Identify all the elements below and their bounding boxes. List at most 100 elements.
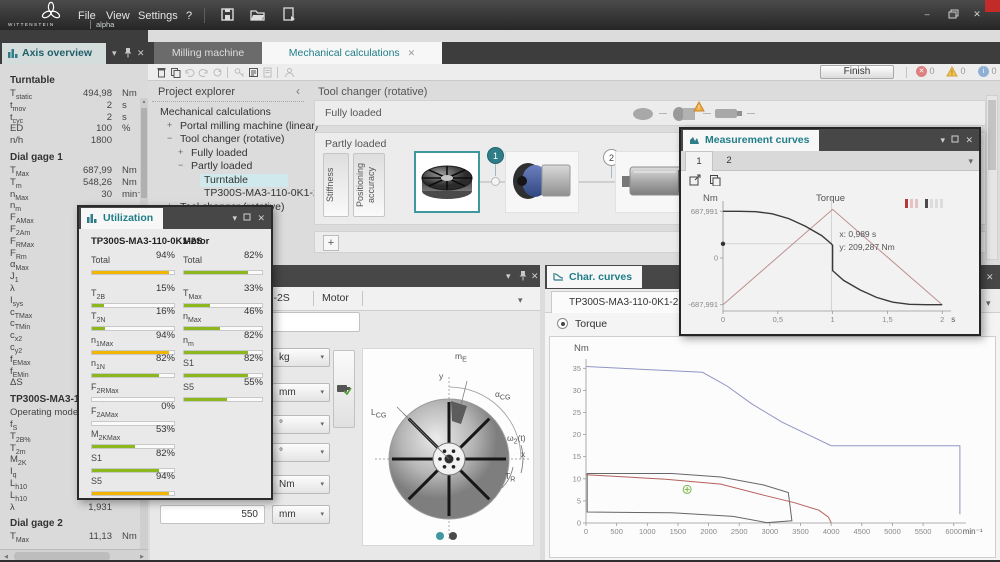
fully-loaded-group[interactable]: Fully loaded ! — [314, 100, 986, 126]
save-icon[interactable] — [220, 7, 235, 27]
main-scrollbar[interactable] — [986, 95, 998, 260]
refresh-icon[interactable] — [212, 67, 223, 78]
utilization-row: F2AMax0% — [91, 398, 175, 422]
open-project-icon[interactable] — [250, 7, 266, 27]
add-button[interactable]: + — [323, 235, 339, 251]
tree-item[interactable]: +Fully loaded — [150, 147, 306, 161]
report-icon[interactable] — [248, 67, 259, 78]
unit-select[interactable]: °▾ — [272, 415, 330, 434]
utilization-row: T2B15% — [91, 280, 175, 304]
maximize-icon[interactable] — [243, 212, 251, 224]
tab-2[interactable]: 2 — [715, 151, 743, 171]
minimize-button[interactable]: – — [918, 7, 936, 21]
export-icon[interactable] — [282, 7, 297, 27]
stiffness-button[interactable]: Stiffness — [323, 153, 349, 217]
finish-button[interactable]: Finish — [820, 65, 894, 79]
tab-overflow-icon[interactable]: ▾ — [986, 297, 991, 309]
svg-text:4500: 4500 — [853, 527, 870, 536]
close-icon[interactable]: ✕ — [965, 134, 973, 146]
scrollbar-thumb[interactable] — [988, 100, 996, 170]
connection-badge-1[interactable]: 1 — [487, 147, 504, 164]
tab-overflow-icon[interactable]: ▾ — [968, 155, 973, 167]
tree-expander-icon[interactable]: + — [178, 147, 183, 157]
collapse-panel-icon[interactable]: ‹ — [296, 84, 300, 98]
axis-overview-tab[interactable]: Axis overview — [2, 43, 106, 64]
unit-select[interactable]: °▾ — [272, 443, 330, 462]
key-icon[interactable] — [234, 67, 245, 78]
project-explorer-title: Project explorer — [158, 86, 235, 98]
document-tabbar: Milling machine Mechanical calculations✕ — [148, 42, 1000, 64]
menu-settings[interactable]: Settings — [138, 10, 178, 22]
scrollbar-thumb[interactable] — [141, 108, 147, 198]
gearbox-component[interactable] — [505, 151, 579, 213]
tree-item[interactable]: +Portal milling machine (linear) — [150, 120, 306, 134]
tree-expander-icon[interactable]: + — [167, 120, 172, 130]
menu-view[interactable]: View — [106, 10, 130, 22]
tab-motor[interactable]: Motor — [322, 292, 349, 304]
motor-selection-button[interactable] — [333, 350, 355, 428]
tree-expander-icon[interactable]: − — [167, 133, 172, 143]
positioning-accuracy-button[interactable]: Positioning accuracy — [353, 153, 385, 217]
tree-item[interactable]: −Tool changer (rotative) — [150, 133, 306, 147]
undo-icon[interactable] — [184, 67, 195, 78]
utilization-bar — [91, 491, 175, 496]
turntable-component[interactable] — [414, 151, 480, 213]
pin-icon[interactable] — [519, 270, 527, 284]
connector-node[interactable] — [491, 177, 500, 186]
close-icon[interactable]: ✕ — [531, 270, 539, 282]
maximize-icon[interactable] — [951, 134, 959, 146]
char-curves-tab[interactable]: Char. curves — [547, 266, 642, 288]
badge-stem — [611, 166, 612, 178]
redo-icon[interactable] — [198, 67, 209, 78]
delete-icon[interactable] — [156, 67, 167, 78]
page-dot-active[interactable] — [436, 532, 444, 540]
restore-button[interactable] — [944, 7, 962, 21]
chevron-down-icon: ▾ — [320, 349, 324, 366]
copy-icon[interactable] — [170, 67, 181, 78]
close-icon[interactable]: ✕ — [257, 212, 265, 224]
tab-overflow-icon[interactable]: ▾ — [518, 294, 523, 306]
tab-mechanical-calculations[interactable]: Mechanical calculations✕ — [262, 42, 442, 64]
unit-select[interactable]: Nm▾ — [272, 475, 330, 494]
measurement-curves-tab[interactable]: Measurement curves — [683, 130, 819, 151]
close-icon[interactable]: ✕ — [137, 47, 145, 59]
torque-radio[interactable] — [557, 318, 568, 329]
tree-item-label: Mechanical calculations — [160, 106, 271, 118]
svg-text:!: ! — [698, 105, 700, 112]
close-tab-icon[interactable]: ✕ — [408, 48, 416, 58]
panel-menu-icon[interactable]: ▾ — [232, 212, 237, 224]
page-dot[interactable] — [449, 532, 457, 540]
pin-icon[interactable] — [124, 47, 132, 61]
tree-expander-icon[interactable]: − — [178, 160, 183, 170]
tree-item[interactable]: Mechanical calculations — [150, 106, 306, 120]
tree-item[interactable]: Turntable — [150, 174, 306, 188]
panel-menu-icon[interactable]: ▾ — [940, 134, 945, 146]
svg-text:0,5: 0,5 — [773, 315, 783, 324]
turntable-diagram: mEyLCGαCGω2(t)xTR — [362, 348, 534, 546]
menu-file[interactable]: File — [78, 10, 96, 22]
user-icon[interactable] — [284, 67, 295, 78]
menu-help[interactable]: ? — [186, 10, 192, 22]
close-button[interactable]: ✕ — [968, 7, 986, 21]
scroll-up-icon[interactable]: ▲ — [140, 99, 148, 105]
panel-menu-icon[interactable]: ▾ — [506, 270, 511, 282]
svg-text:1: 1 — [831, 315, 835, 324]
tab-1[interactable]: 1 — [685, 151, 713, 171]
unit-select[interactable]: mm▾ — [272, 505, 330, 524]
chevron-down-icon: ▾ — [320, 384, 324, 401]
connector — [579, 181, 615, 183]
tree-item[interactable]: TP300S-MA3-110-0K1-2S — [150, 187, 306, 201]
svg-text:500: 500 — [610, 527, 623, 536]
unit-select[interactable]: kg▾ — [272, 348, 330, 367]
panel-menu-icon[interactable]: ▾ — [112, 47, 117, 59]
document-icon[interactable] — [262, 67, 273, 78]
svg-text:1500: 1500 — [670, 527, 687, 536]
close-icon[interactable]: ✕ — [986, 271, 994, 283]
group-label: Partly loaded — [325, 138, 386, 150]
axis-parameter-row: TMax687,99Nm — [10, 165, 138, 177]
utilization-tab[interactable]: Utilization — [81, 208, 163, 229]
tree-item[interactable]: −Partly loaded — [150, 160, 306, 174]
value-input[interactable]: 550 — [160, 505, 265, 524]
unit-select[interactable]: mm▾ — [272, 383, 330, 402]
tab-milling-machine[interactable]: Milling machine — [154, 42, 262, 64]
